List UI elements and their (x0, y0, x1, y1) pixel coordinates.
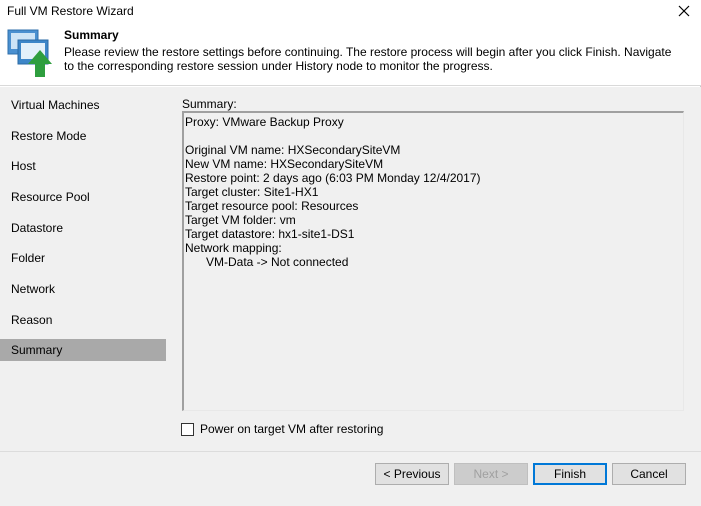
nav-item-datastore[interactable]: Datastore (0, 217, 166, 239)
nav-item-network[interactable]: Network (0, 278, 166, 300)
summary-line-proxy: Proxy: VMware Backup Proxy (185, 115, 344, 129)
wizard-footer: < Previous Next > Finish Cancel (0, 451, 701, 506)
finish-button[interactable]: Finish (533, 463, 607, 485)
summary-line-network-mapping-entry: VM-Data -> Not connected (206, 255, 349, 269)
summary-line-network-mapping: Network mapping: (185, 241, 282, 255)
restore-vm-icon (7, 29, 52, 77)
summary-line-target-resource-pool: Target resource pool: Resources (185, 199, 359, 213)
close-button[interactable] (667, 0, 701, 22)
previous-button[interactable]: < Previous (375, 463, 449, 485)
nav-item-restore-mode[interactable]: Restore Mode (0, 125, 166, 147)
close-icon (678, 5, 690, 17)
wizard-header: Summary Please review the restore settin… (0, 22, 701, 86)
summary-line-new-vm-name: New VM name: HXSecondarySiteVM (185, 157, 384, 171)
summary-panel: Summary: Proxy: VMware Backup Proxy Orig… (172, 87, 701, 451)
summary-textbox[interactable]: Proxy: VMware Backup Proxy Original VM n… (182, 111, 684, 411)
nav-item-host[interactable]: Host (0, 155, 166, 177)
nav-item-reason[interactable]: Reason (0, 309, 166, 331)
wizard-steps-nav: Virtual Machines Restore Mode Host Resou… (0, 87, 172, 451)
summary-line-target-cluster: Target cluster: Site1-HX1 (185, 185, 319, 199)
power-on-option[interactable]: Power on target VM after restoring (181, 421, 383, 437)
nav-item-summary[interactable]: Summary (0, 339, 166, 361)
nav-item-resource-pool[interactable]: Resource Pool (0, 186, 166, 208)
title-bar: Full VM Restore Wizard (0, 0, 701, 22)
wizard-window: Full VM Restore Wizard Summary Please re… (0, 0, 701, 506)
power-on-label: Power on target VM after restoring (200, 422, 384, 436)
summary-line-blank (184, 129, 683, 143)
step-title: Summary (64, 28, 119, 42)
summary-line-target-datastore: Target datastore: hx1-site1-DS1 (185, 227, 355, 241)
summary-line-original-vm-name: Original VM name: HXSecondarySiteVM (185, 143, 401, 157)
step-description: Please review the restore settings befor… (64, 45, 672, 73)
nav-item-folder[interactable]: Folder (0, 247, 166, 269)
summary-line-restore-point: Restore point: 2 days ago (6:03 PM Monda… (185, 171, 481, 185)
nav-item-virtual-machines[interactable]: Virtual Machines (0, 94, 166, 116)
power-on-checkbox[interactable] (181, 422, 194, 436)
summary-label: Summary: (182, 97, 237, 111)
window-title: Full VM Restore Wizard (7, 4, 134, 18)
summary-line-target-vm-folder: Target VM folder: vm (185, 213, 296, 227)
next-button[interactable]: Next > (454, 463, 528, 485)
cancel-button[interactable]: Cancel (612, 463, 686, 485)
